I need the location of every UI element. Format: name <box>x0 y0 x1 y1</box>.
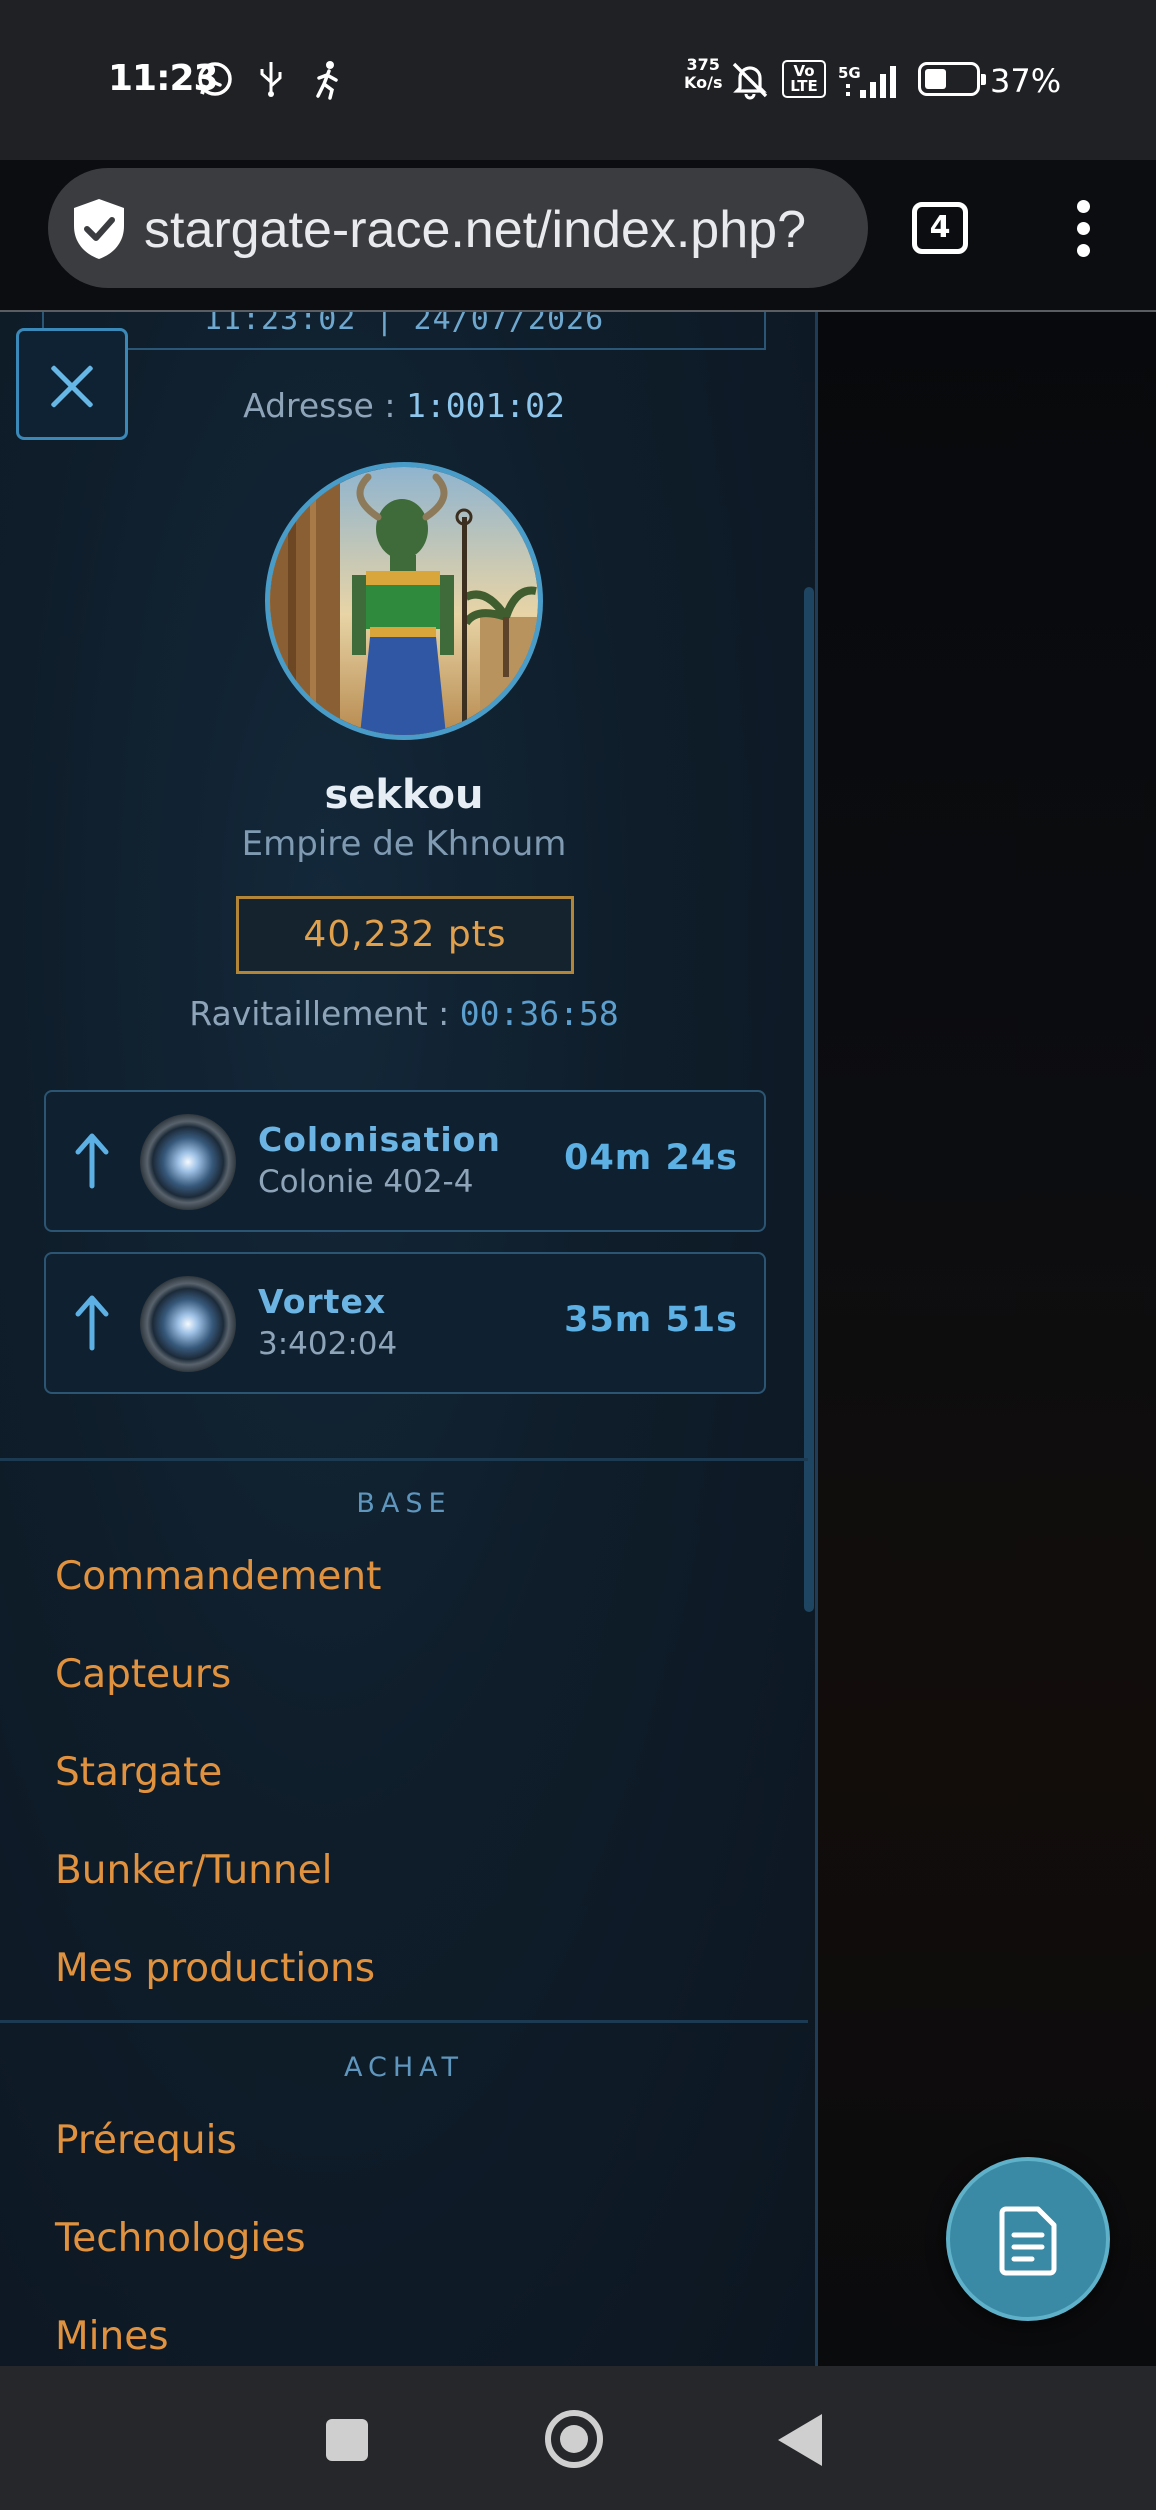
stargate-icon <box>140 1276 236 1372</box>
menu-item-capteurs[interactable]: Capteurs <box>55 1652 231 1697</box>
signal-icon <box>840 64 900 106</box>
document-icon <box>999 2206 1057 2276</box>
menu-item-prerequis[interactable]: Prérequis <box>55 2118 237 2163</box>
mute-bell-icon <box>730 60 770 106</box>
browser-menu-icon[interactable] <box>1070 198 1098 258</box>
supply-timer: Ravitaillement : 00:36:58 <box>0 994 808 1033</box>
arrow-up-icon <box>75 1295 109 1351</box>
server-datetime: 11:23:02 | 24/07/2026 <box>42 312 766 350</box>
menu-item-stargate[interactable]: Stargate <box>55 1750 222 1795</box>
network-speed: 375 Ko/s <box>684 55 723 92</box>
usb-icon <box>258 60 284 104</box>
mission-timer: 35m 51s <box>564 1300 738 1340</box>
avatar[interactable] <box>265 462 543 740</box>
side-panel: 11:23:02 | 24/07/2026 Adresse : 1:001:02 <box>0 312 818 2366</box>
supply-value: 00:36:58 <box>459 994 619 1033</box>
tab-switcher-button[interactable]: 4 <box>912 202 968 254</box>
home-button[interactable] <box>545 2410 603 2468</box>
address-value[interactable]: 1:001:02 <box>406 386 565 425</box>
menu-item-technologies[interactable]: Technologies <box>55 2216 306 2261</box>
back-button[interactable] <box>778 2414 822 2466</box>
url-text[interactable]: stargate-race.net/index.php? <box>144 200 856 260</box>
player-name[interactable]: sekkou <box>0 772 808 818</box>
points-badge: 40,232 pts <box>236 896 574 974</box>
mission-target: 3:402:04 <box>258 1326 398 1362</box>
whatsapp-icon <box>196 60 234 104</box>
page-backdrop[interactable] <box>818 312 1156 2366</box>
battery-percent: 37% <box>990 62 1062 100</box>
mission-target: Colonie 402-4 <box>258 1164 474 1200</box>
notes-fab-button[interactable] <box>946 2157 1110 2321</box>
url-bar[interactable]: stargate-race.net/index.php? <box>48 168 868 288</box>
mission-title: Colonisation <box>258 1120 501 1159</box>
menu-item-mes-productions[interactable]: Mes productions <box>55 1946 375 1991</box>
battery-level <box>925 69 946 89</box>
recent-apps-button[interactable] <box>326 2419 368 2461</box>
secure-shield-icon[interactable] <box>68 196 130 262</box>
empire-name: Empire de Khnoum <box>241 824 567 864</box>
supply-label: Ravitaillement : <box>189 994 450 1033</box>
fleet-mission[interactable]: Colonisation Colonie 402-4 04m 24s <box>44 1090 766 1232</box>
section-divider <box>0 1458 808 1461</box>
mission-title: Vortex <box>258 1282 387 1321</box>
running-person-icon <box>312 60 342 106</box>
menu-item-commandement[interactable]: Commandement <box>55 1554 381 1599</box>
section-divider <box>0 2020 808 2023</box>
menu-item-bunker-tunnel[interactable]: Bunker/Tunnel <box>55 1848 332 1893</box>
volte-badge: Vo LTE <box>782 60 826 98</box>
stargate-icon <box>140 1114 236 1210</box>
menu-item-mines[interactable]: Mines <box>55 2314 169 2359</box>
status-bar: 11:23 375 Ko/s Vo LTE 5G 37% <box>0 0 1156 160</box>
planet-address: Adresse : 1:001:02 <box>0 386 808 425</box>
section-heading-base: BASE <box>356 1488 452 1519</box>
battery-icon <box>918 62 986 96</box>
section-heading-achat: ACHAT <box>343 2052 465 2083</box>
arrow-up-icon <box>75 1133 109 1189</box>
mission-timer: 04m 24s <box>564 1138 738 1178</box>
fleet-mission[interactable]: Vortex 3:402:04 35m 51s <box>44 1252 766 1394</box>
system-nav-bar <box>0 2366 1156 2510</box>
address-label: Adresse : <box>243 386 396 425</box>
